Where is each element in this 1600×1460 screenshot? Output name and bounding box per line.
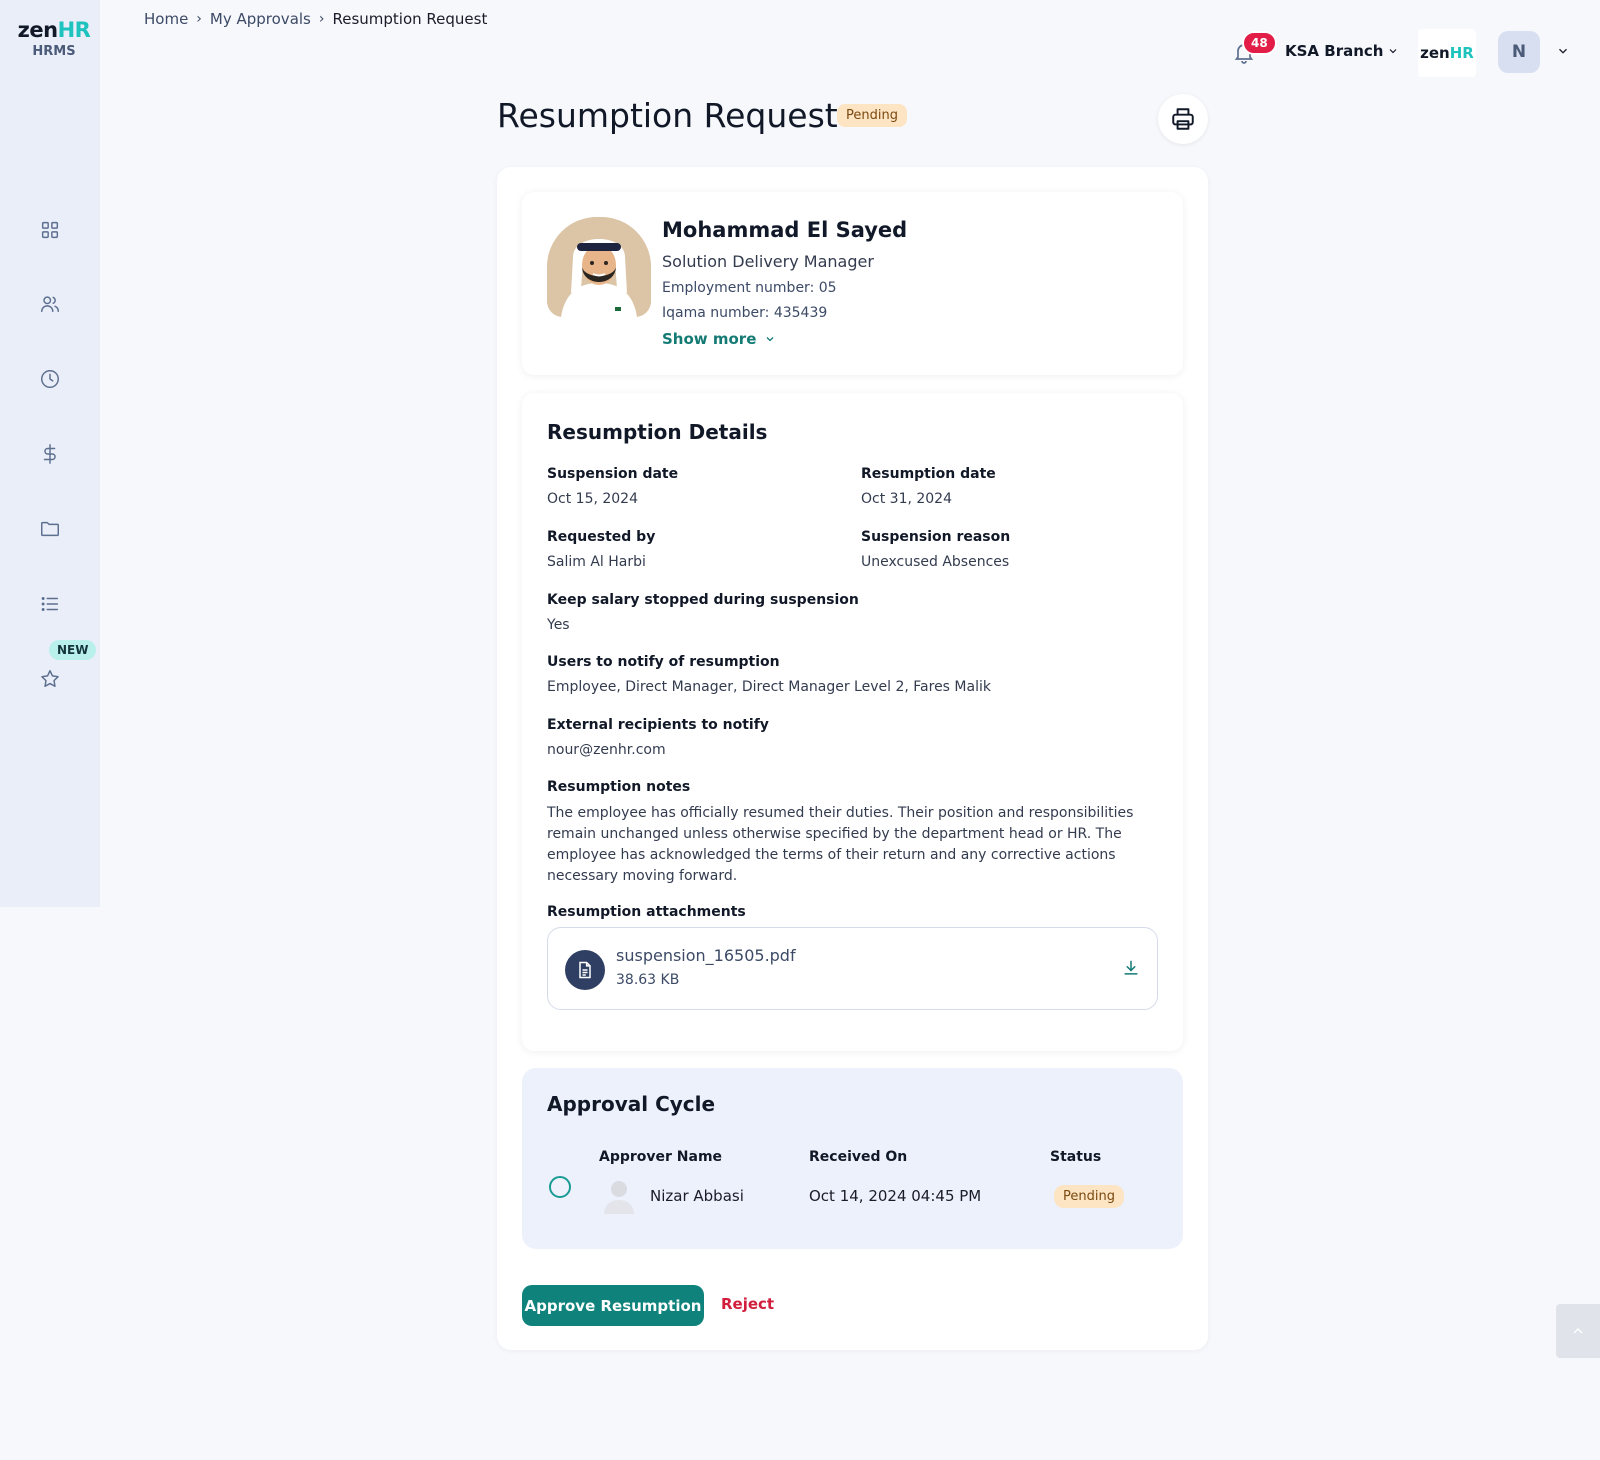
notes-label: Resumption notes bbox=[547, 779, 691, 795]
attachment-name: suspension_16505.pdf bbox=[616, 946, 796, 965]
employee-avatar bbox=[547, 217, 651, 317]
status-badge: Pending bbox=[837, 104, 907, 127]
clock-icon[interactable] bbox=[38, 367, 62, 391]
star-icon[interactable] bbox=[38, 667, 62, 691]
print-button[interactable] bbox=[1158, 94, 1208, 144]
resumption-details-card: Resumption Details Suspension date Oct 1… bbox=[522, 393, 1183, 1051]
logo-text: zen bbox=[17, 18, 58, 42]
received-on-value: Oct 14, 2024 04:45 PM bbox=[809, 1187, 982, 1205]
dashboard-icon[interactable] bbox=[38, 218, 62, 242]
users-notify-value: Employee, Direct Manager, Direct Manager… bbox=[547, 679, 991, 695]
suspension-reason-label: Suspension reason bbox=[861, 529, 1011, 545]
suspension-reason-value: Unexcused Absences bbox=[861, 554, 1010, 570]
printer-icon bbox=[1172, 108, 1194, 130]
download-icon[interactable] bbox=[1121, 958, 1141, 978]
chevron-up-icon bbox=[1573, 1328, 1583, 1334]
sidebar: zenHR HRMS NEW bbox=[0, 0, 100, 907]
breadcrumb-home[interactable]: Home bbox=[144, 10, 188, 28]
scroll-to-top-button[interactable] bbox=[1556, 1304, 1600, 1358]
employee-role: Solution Delivery Manager bbox=[662, 252, 874, 271]
iqama-number: Iqama number: 435439 bbox=[662, 305, 828, 321]
company-logo-text: zen bbox=[1420, 44, 1450, 62]
folder-icon[interactable] bbox=[38, 517, 62, 541]
approval-step-indicator bbox=[549, 1176, 571, 1198]
requested-by-value: Salim Al Harbi bbox=[547, 554, 646, 570]
logo-subtitle: HRMS bbox=[32, 44, 76, 59]
suspension-date-label: Suspension date bbox=[547, 466, 679, 482]
received-on-header: Received On bbox=[809, 1149, 908, 1165]
user-avatar[interactable]: N bbox=[1498, 31, 1540, 73]
resumption-date-label: Resumption date bbox=[861, 466, 996, 482]
approver-name-header: Approver Name bbox=[599, 1149, 723, 1165]
users-notify-label: Users to notify of resumption bbox=[547, 654, 780, 670]
employee-card: Mohammad El Sayed Solution Delivery Mana… bbox=[522, 192, 1183, 375]
attachment-item[interactable]: suspension_16505.pdf 38.63 KB bbox=[547, 927, 1158, 1010]
breadcrumb-approvals[interactable]: My Approvals bbox=[210, 10, 311, 28]
approval-cycle-card: Approval Cycle Approver Name Received On… bbox=[522, 1068, 1183, 1249]
company-logo: zen HR bbox=[1418, 29, 1476, 77]
reject-button[interactable]: Reject bbox=[721, 1295, 774, 1313]
new-badge: NEW bbox=[49, 640, 97, 660]
employment-number: Employment number: 05 bbox=[662, 280, 837, 296]
keep-salary-label: Keep salary stopped during suspension bbox=[547, 592, 859, 608]
approver-name: Nizar Abbasi bbox=[650, 1187, 744, 1205]
breadcrumb-current: Resumption Request bbox=[332, 10, 488, 28]
approve-resumption-button[interactable]: Approve Resumption bbox=[522, 1285, 704, 1326]
chevron-right-icon: › bbox=[318, 11, 325, 27]
chevron-down-icon bbox=[766, 337, 774, 342]
show-more-button[interactable]: Show more bbox=[662, 330, 776, 348]
list-icon[interactable] bbox=[38, 592, 62, 616]
chevron-right-icon: › bbox=[196, 11, 202, 27]
dollar-icon[interactable] bbox=[38, 442, 62, 466]
company-logo-accent: HR bbox=[1449, 44, 1474, 62]
page-title: Resumption Request bbox=[497, 96, 838, 135]
approval-status-badge: Pending bbox=[1054, 1185, 1124, 1208]
suspension-date-value: Oct 15, 2024 bbox=[547, 491, 638, 507]
keep-salary-value: Yes bbox=[547, 617, 570, 633]
approval-title: Approval Cycle bbox=[547, 1092, 716, 1116]
external-recipients-label: External recipients to notify bbox=[547, 717, 769, 733]
breadcrumb: Home › My Approvals › Resumption Request bbox=[144, 10, 487, 28]
branch-selector[interactable]: KSA Branch bbox=[1285, 42, 1399, 60]
branch-label: KSA Branch bbox=[1285, 42, 1384, 60]
notes-value: The employee has officially resumed thei… bbox=[547, 805, 1134, 884]
status-header: Status bbox=[1050, 1149, 1102, 1165]
employee-name: Mohammad El Sayed bbox=[662, 218, 908, 242]
attachment-size: 38.63 KB bbox=[616, 972, 680, 988]
show-more-label: Show more bbox=[662, 330, 757, 348]
notification-count-badge: 48 bbox=[1242, 31, 1277, 55]
requested-by-label: Requested by bbox=[547, 529, 656, 545]
attachments-label: Resumption attachments bbox=[547, 904, 746, 920]
approver-avatar bbox=[600, 1176, 638, 1214]
external-recipients-value: nour@zenhr.com bbox=[547, 742, 666, 758]
details-title: Resumption Details bbox=[547, 420, 768, 444]
document-icon bbox=[565, 950, 605, 990]
resumption-date-value: Oct 31, 2024 bbox=[861, 491, 952, 507]
chevron-down-icon[interactable] bbox=[1556, 44, 1570, 58]
app-logo[interactable]: zenHR HRMS bbox=[14, 18, 94, 59]
chevron-down-icon bbox=[1390, 49, 1397, 54]
people-icon[interactable] bbox=[38, 292, 62, 316]
logo-accent-text: HR bbox=[57, 18, 91, 42]
